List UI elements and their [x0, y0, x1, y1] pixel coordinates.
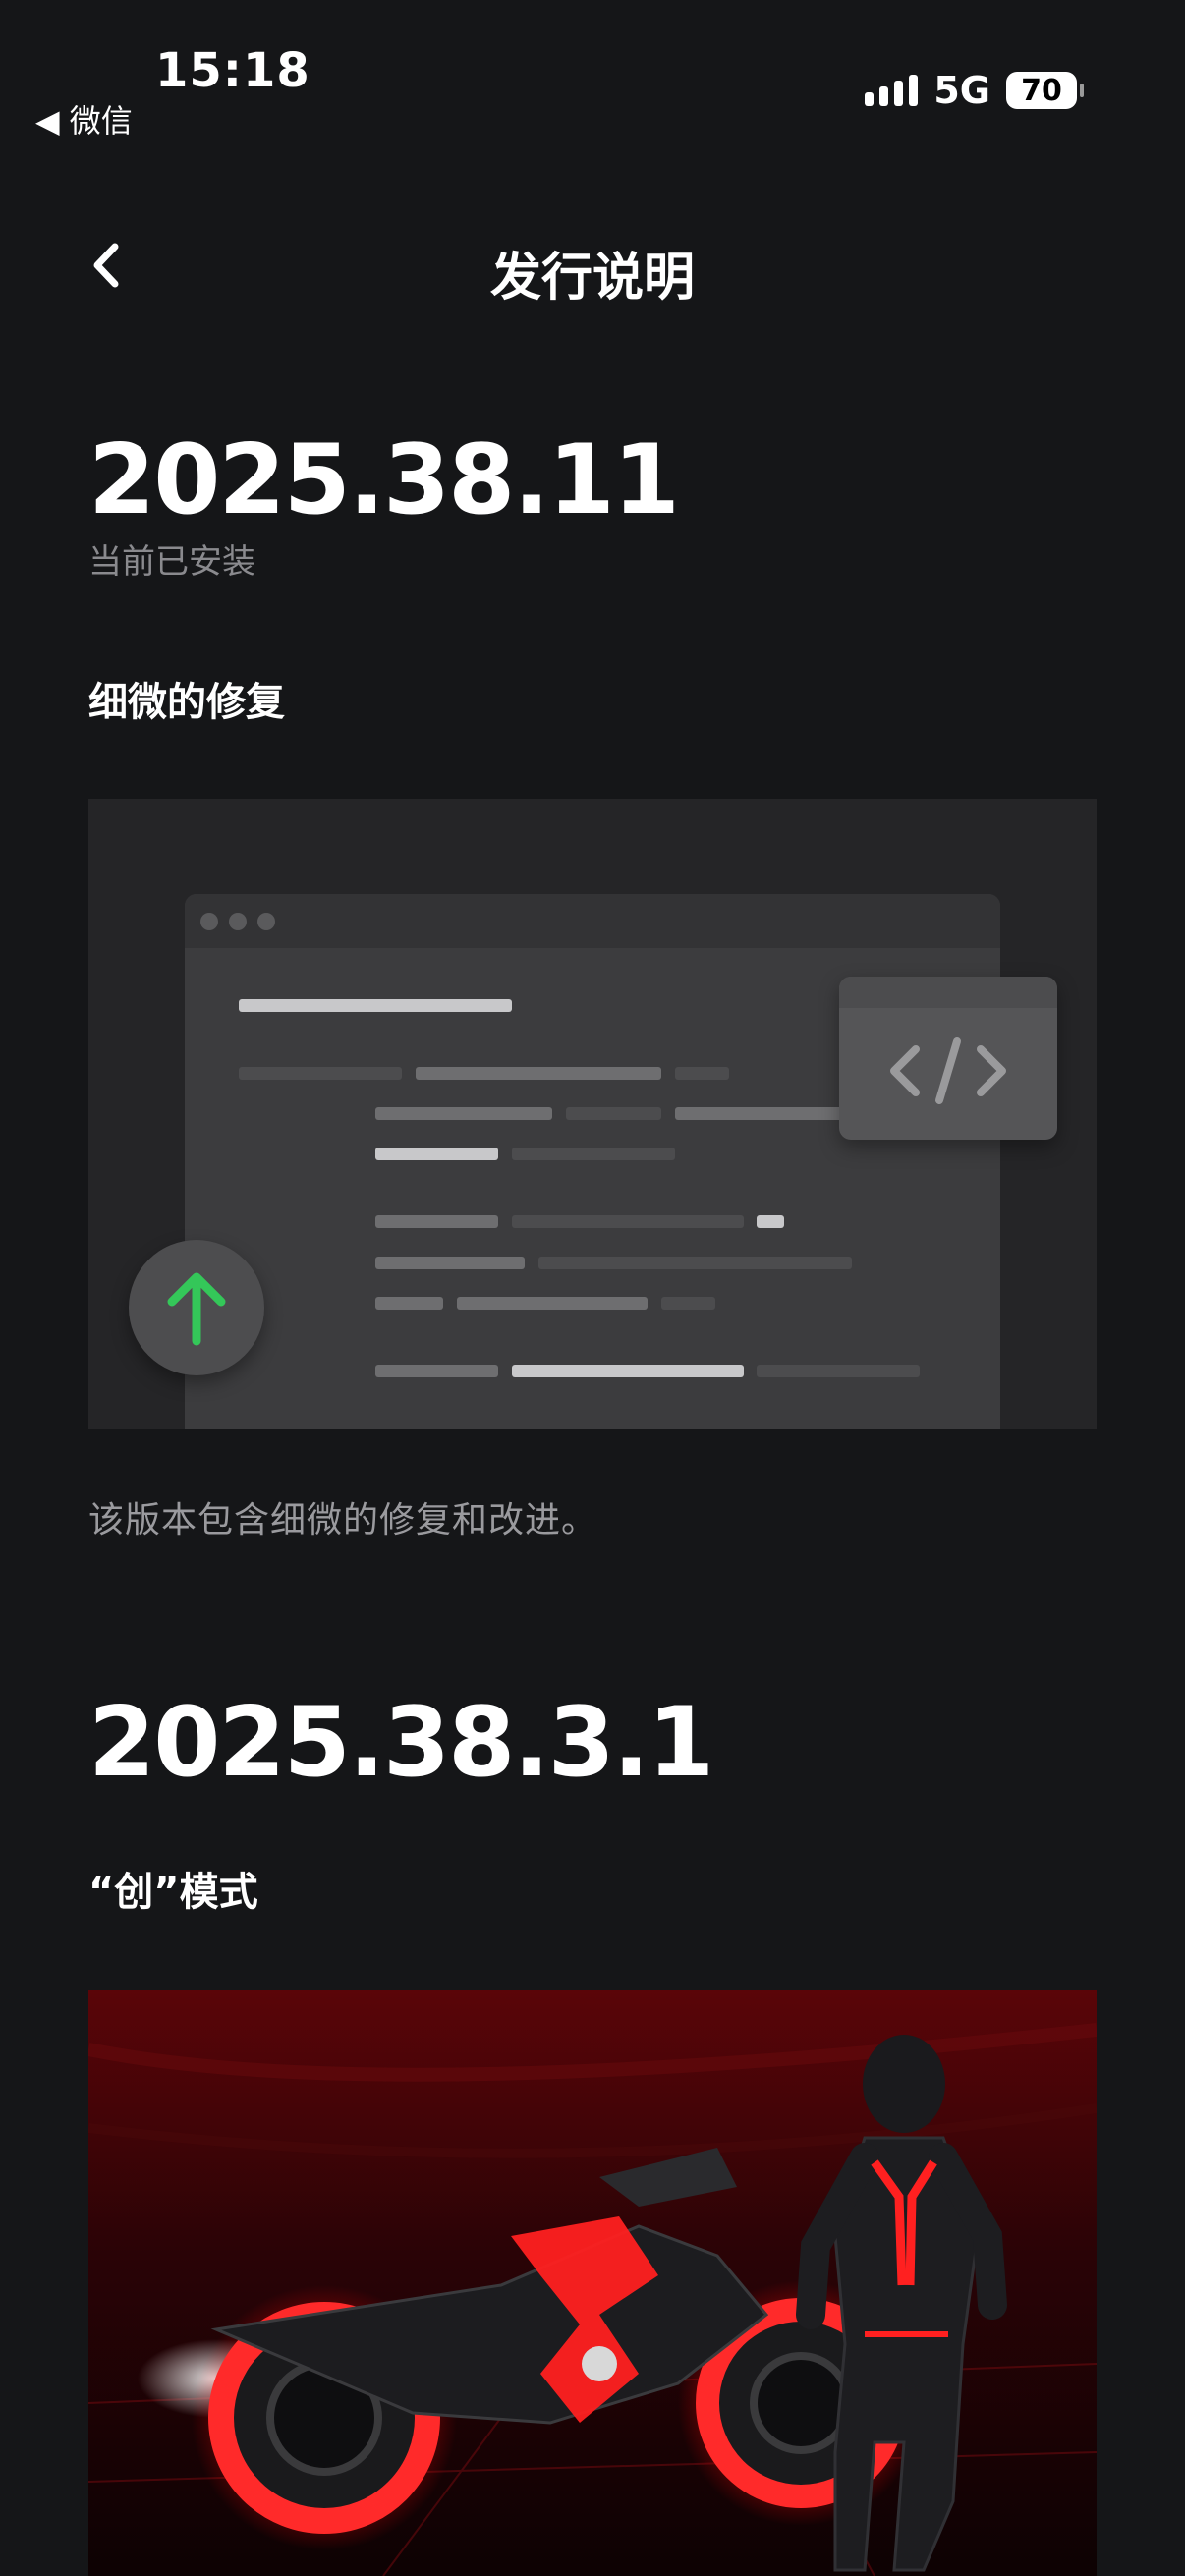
battery-icon: 70: [1006, 72, 1084, 109]
window-dots: [185, 894, 1000, 948]
arrow-up-icon: [167, 1272, 226, 1346]
release-illustration: [88, 799, 1097, 1429]
motorcycle-rider-illustration: [88, 1990, 1097, 2576]
tron-mode-hero-image: [88, 1990, 1097, 2576]
network-type: 5G: [933, 69, 990, 112]
signal-icon: [865, 75, 919, 106]
release-feature-title-2: “创”模式: [88, 1870, 258, 1915]
status-time: 15:18: [155, 43, 310, 98]
upgrade-badge: [129, 1240, 264, 1375]
installed-status: 当前已安装: [88, 542, 255, 582]
status-indicators: 5G 70: [865, 69, 1084, 112]
back-to-app-link[interactable]: ◀ 微信: [35, 96, 133, 141]
battery-level: 70: [1021, 73, 1062, 108]
release-description: 该版本包含细微的修复和改进。: [88, 1500, 598, 1540]
release-feature-title: 细微的修复: [88, 680, 285, 725]
browser-window-graphic: [185, 894, 1000, 1429]
page-title: 发行说明: [489, 249, 695, 308]
code-icon: [890, 1037, 1006, 1104]
code-card: [839, 977, 1057, 1140]
release-version-2: 2025.38.3.1: [88, 1687, 714, 1799]
release-version: 2025.38.11: [88, 424, 680, 536]
